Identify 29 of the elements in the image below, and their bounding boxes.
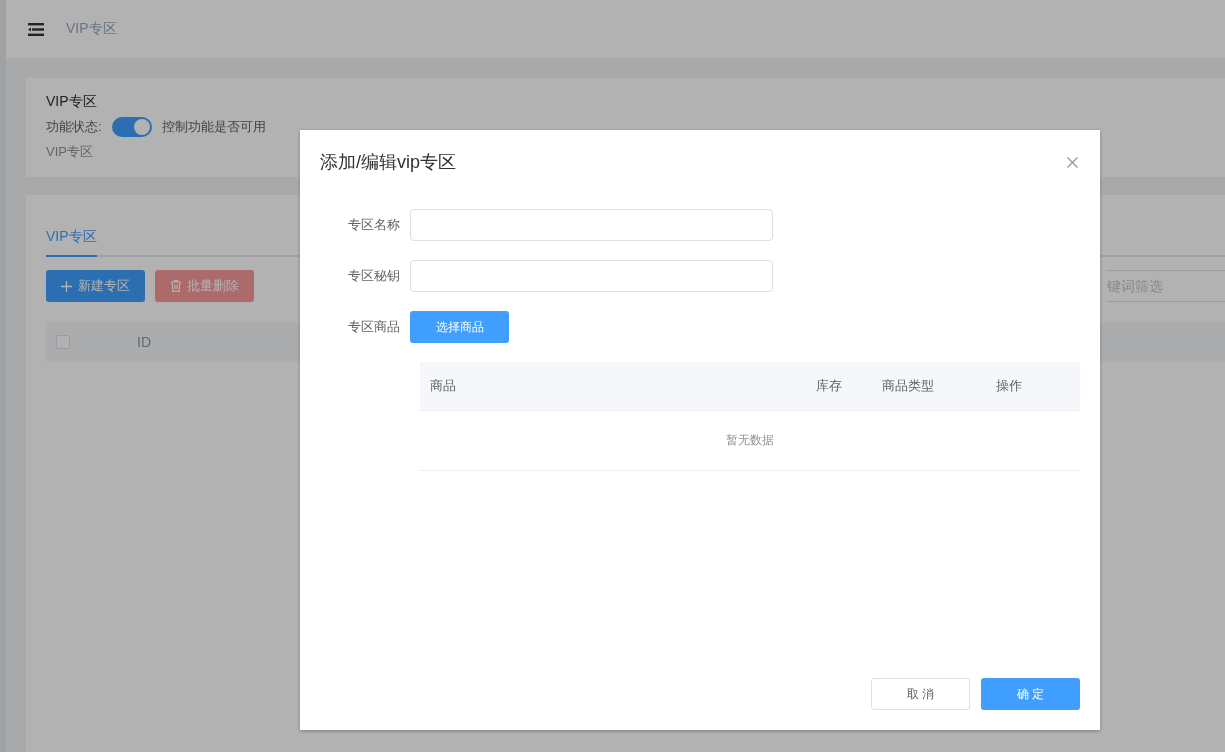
trash-icon xyxy=(170,280,181,292)
card-title: VIP专区 xyxy=(46,93,98,109)
plus-icon xyxy=(61,280,72,292)
dialog-title: 添加/编辑vip专区 xyxy=(320,151,456,174)
column-header: 商品类型 xyxy=(882,377,935,395)
confirm-button[interactable]: 确 定 xyxy=(981,678,1080,710)
close-icon[interactable] xyxy=(1067,156,1078,168)
feature-switch[interactable] xyxy=(111,117,152,137)
column-header: ID xyxy=(137,334,151,350)
input-field[interactable] xyxy=(410,260,773,292)
switch-hint: 控制功能是否可用 xyxy=(161,118,266,136)
field-label: 专区商品 xyxy=(347,318,401,336)
tab[interactable]: VIP专区 xyxy=(46,225,97,257)
status-label: 功能状态: xyxy=(46,118,102,136)
input-field[interactable] xyxy=(410,209,773,241)
breadcrumb[interactable]: VIP专区 xyxy=(66,20,117,38)
field-label: 专区秘钥 xyxy=(347,267,401,285)
empty-text: 暂无数据 xyxy=(726,432,774,449)
column-header: 商品 xyxy=(430,377,457,395)
add-button[interactable]: 新建专区 xyxy=(46,270,145,302)
field-label: 专区名称 xyxy=(347,216,401,234)
column-header: 操作 xyxy=(996,377,1023,395)
column-header: 库存 xyxy=(816,377,843,395)
menu-icon[interactable] xyxy=(28,22,44,36)
cancel-button[interactable]: 取 消 xyxy=(871,678,970,710)
delete-button[interactable]: 批量删除 xyxy=(155,270,254,302)
select-goods-button[interactable]: 选择商品 xyxy=(410,311,509,343)
select-all-checkbox[interactable] xyxy=(56,335,70,349)
card-subtitle: VIP专区 xyxy=(46,143,94,161)
